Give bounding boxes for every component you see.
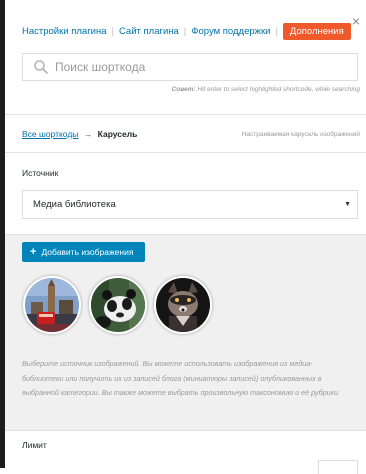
raccoon-photo-icon [156,278,210,332]
shortcode-search-input[interactable]: Поиск шорткода [22,53,358,81]
breadcrumb-arrow: → [83,129,93,139]
source-select[interactable]: Медиа библиотека ▼ [22,190,358,219]
plugin-nav: Настройки плагина | Сайт плагина | Форум… [22,22,351,40]
divider [5,152,366,153]
source-help-text: Выберите источник изображений. Вы можете… [22,359,339,397]
source-label: Источник [22,168,59,178]
add-images-button[interactable]: + Добавить изображения [22,242,145,262]
divider [5,114,366,115]
addons-button[interactable]: Дополнения [282,22,351,40]
plugin-settings-link[interactable]: Настройки плагина [22,26,107,37]
london-photo-icon [25,278,79,332]
nav-separator: | [183,25,187,37]
search-hint: Совет: Hit enter to select highlighted s… [172,86,360,93]
hint-text: Hit enter to select highlighted shortcod… [197,86,360,93]
add-images-label: Добавить изображения [41,247,134,257]
support-forum-link[interactable]: Форум поддержки [191,26,270,37]
nav-separator: | [275,25,278,37]
breadcrumb-current: Карусель [97,129,138,139]
plus-icon: + [30,246,37,258]
breadcrumb: Все шорткоды → Карусель [22,129,137,139]
image-thumbnail-panda[interactable] [89,276,147,334]
close-icon[interactable]: × [352,14,360,28]
shortcode-description: Настраиваемая карусель изображений [241,131,360,138]
limit-input[interactable] [318,460,358,474]
limit-label: Лимит [22,440,47,450]
image-thumbnail-london[interactable] [23,276,81,334]
search-icon [34,60,48,74]
nav-separator: | [111,25,114,37]
all-shortcodes-link[interactable]: Все шорткоды [22,129,78,139]
search-placeholder: Поиск шорткода [55,60,146,74]
image-thumbnail-raccoon[interactable] [154,276,212,334]
source-select-value: Медиа библиотека [33,199,116,210]
panda-photo-icon [91,278,145,332]
dropdown-arrow-icon: ▼ [344,201,351,208]
hint-label: Совет: [171,86,196,93]
plugin-site-link[interactable]: Сайт плагина [119,26,179,37]
